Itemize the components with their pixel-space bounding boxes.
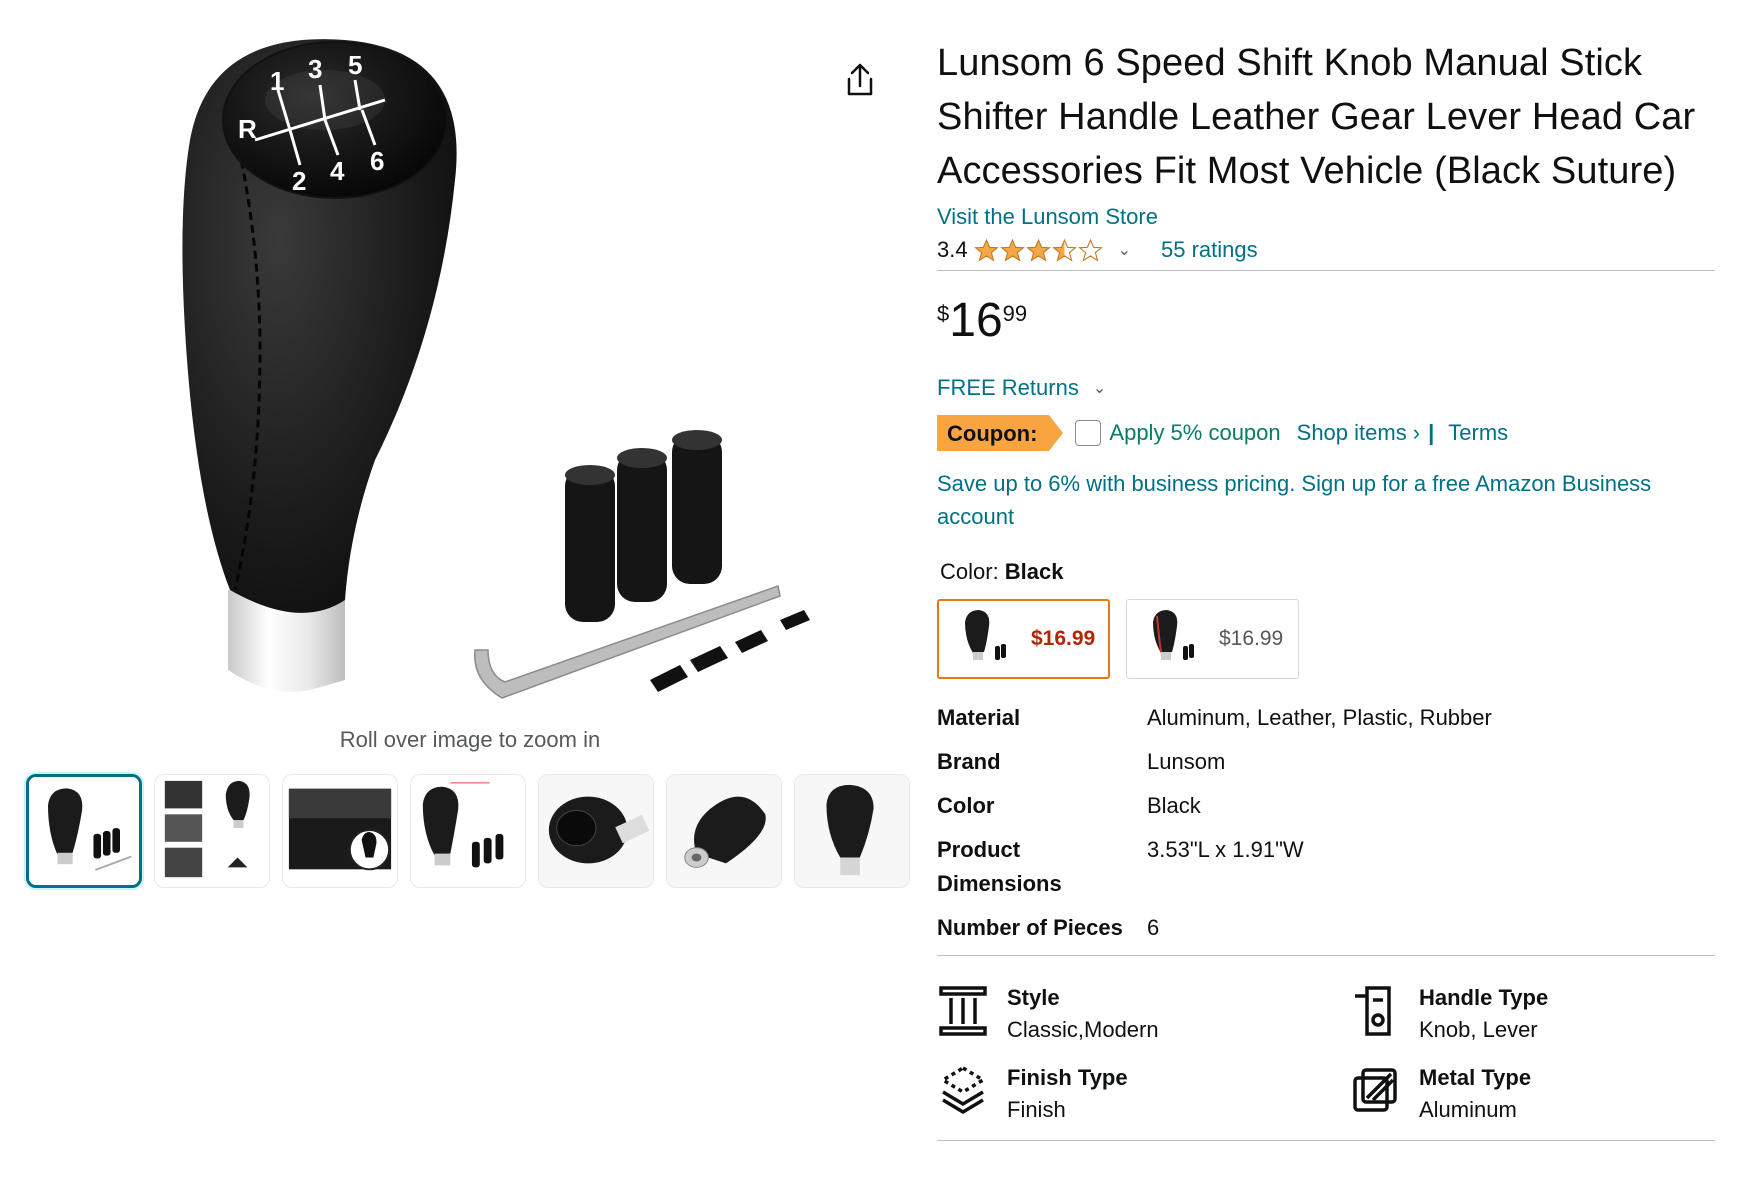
divider bbox=[937, 1140, 1715, 1141]
star-half-icon bbox=[1051, 238, 1077, 262]
rating-value: 3.4 bbox=[937, 237, 968, 262]
store-link[interactable]: Visit the Lunsom Store bbox=[937, 204, 1158, 230]
color-label: Color: Black bbox=[940, 559, 1715, 585]
thumbnail-4[interactable] bbox=[410, 774, 526, 888]
feature-value: Knob, Lever bbox=[1419, 1017, 1538, 1042]
thumbnail-1[interactable] bbox=[26, 774, 142, 888]
coupon-checkbox[interactable] bbox=[1075, 420, 1102, 446]
feature-style: Style Classic,Modern bbox=[937, 982, 1349, 1046]
star-rating[interactable] bbox=[973, 238, 1104, 263]
spec-value: 3.53"L x 1.91"W bbox=[1147, 837, 1304, 862]
spec-row: Product Dimensions 3.53"L x 1.91"W bbox=[937, 833, 1715, 901]
spec-table: Material Aluminum, Leather, Plastic, Rub… bbox=[937, 701, 1715, 945]
feature-value: Finish bbox=[1007, 1097, 1066, 1122]
feature-value: Classic,Modern bbox=[1007, 1017, 1159, 1042]
rating-row: 3.4 ⌄ 55 ratings bbox=[937, 234, 1715, 266]
pillar-icon bbox=[939, 986, 987, 1036]
feature-title: Style bbox=[1007, 985, 1060, 1010]
zoom-hint: Roll over image to zoom in bbox=[339, 727, 601, 752]
price: $ 16 99 bbox=[937, 295, 1715, 347]
gear-label-r: R bbox=[238, 114, 257, 144]
spec-key: Material bbox=[937, 705, 1021, 730]
layers-icon bbox=[939, 1065, 987, 1115]
product-details: Lunsom 6 Speed Shift Knob Manual Stick S… bbox=[937, 36, 1715, 1141]
apply-coupon-label[interactable]: Apply 5% coupon bbox=[1109, 420, 1280, 446]
thumbnail-5[interactable] bbox=[538, 774, 654, 888]
handle-icon bbox=[1355, 986, 1391, 1036]
business-pricing-link[interactable]: Save up to 6% with business pricing. Sig… bbox=[937, 467, 1715, 533]
metal-icon bbox=[1353, 1068, 1397, 1112]
star-empty-icon bbox=[1077, 238, 1103, 262]
feature-title: Handle Type bbox=[1419, 985, 1549, 1010]
star-full-icon bbox=[1025, 238, 1051, 262]
chevron-down-icon: ⌄ bbox=[1092, 380, 1107, 397]
gear-label-4: 4 bbox=[330, 156, 345, 186]
spec-value: 6 bbox=[1147, 915, 1160, 940]
spec-value: Lunsom bbox=[1147, 749, 1226, 774]
spec-value: Aluminum, Leather, Plastic, Rubber bbox=[1147, 705, 1492, 730]
color-value: Black bbox=[1004, 559, 1064, 584]
color-swatches: $16.99 $16.99 bbox=[937, 599, 1715, 679]
feature-handle-type: Handle Type Knob, Lever bbox=[1349, 982, 1709, 1046]
feature-value: Aluminum bbox=[1419, 1097, 1517, 1122]
color-label-text: Color: bbox=[940, 559, 1005, 584]
star-full-icon bbox=[973, 238, 999, 262]
thumbnail-7[interactable] bbox=[794, 774, 910, 888]
price-whole: 16 bbox=[949, 294, 1003, 347]
swatch-red-image bbox=[1153, 610, 1194, 660]
free-returns-label: FREE Returns bbox=[937, 375, 1079, 400]
swatch-black[interactable]: $16.99 bbox=[937, 599, 1110, 679]
spec-row: Color Black bbox=[937, 789, 1715, 823]
main-product-image[interactable]: R 1 3 5 2 4 6 bbox=[110, 30, 830, 720]
feature-finish-type: Finish Type Finish bbox=[937, 1062, 1349, 1126]
swatch-price: $16.99 bbox=[1031, 627, 1096, 650]
feature-metal-type: Metal Type Aluminum bbox=[1349, 1062, 1709, 1126]
separator: | bbox=[1428, 420, 1435, 445]
ratings-count-link[interactable]: 55 ratings bbox=[1161, 237, 1258, 263]
thumbnail-3[interactable] bbox=[282, 774, 398, 888]
gear-label-2: 2 bbox=[292, 166, 306, 196]
gear-label-3: 3 bbox=[308, 54, 322, 84]
spec-key: Brand bbox=[937, 749, 1001, 774]
gear-label-6: 6 bbox=[370, 146, 384, 176]
thumbnail-2[interactable] bbox=[154, 774, 270, 888]
coupon-badge: Coupon: bbox=[937, 415, 1064, 451]
swatch-price: $16.99 bbox=[1219, 627, 1284, 650]
thumbnail-6[interactable] bbox=[666, 774, 782, 888]
chevron-down-icon[interactable]: ⌄ bbox=[1118, 240, 1131, 260]
price-symbol: $ bbox=[937, 301, 950, 326]
spec-key: Number of Pieces bbox=[937, 915, 1123, 940]
terms-link[interactable]: Terms bbox=[1448, 420, 1508, 446]
shop-items-link[interactable]: Shop items › bbox=[1297, 420, 1421, 446]
spec-row: Material Aluminum, Leather, Plastic, Rub… bbox=[937, 701, 1715, 735]
star-full-icon bbox=[999, 238, 1025, 262]
spec-key: Color bbox=[937, 793, 995, 818]
swatch-black-image bbox=[965, 610, 1006, 660]
feature-title: Metal Type bbox=[1419, 1065, 1532, 1090]
gear-label-5: 5 bbox=[348, 50, 362, 80]
spec-row: Number of Pieces 6 bbox=[937, 911, 1715, 945]
price-fraction: 99 bbox=[1002, 301, 1028, 326]
divider bbox=[937, 955, 1715, 956]
coupon-row: Coupon: Apply 5% coupon Shop items › | T… bbox=[937, 415, 1715, 451]
divider bbox=[937, 270, 1715, 271]
share-icon[interactable] bbox=[843, 62, 877, 98]
free-returns[interactable]: FREE Returns ⌄ bbox=[937, 375, 1715, 401]
spec-key: Product Dimensions bbox=[937, 837, 1062, 896]
feature-grid: Style Classic,Modern Handle Type Knob, L… bbox=[937, 982, 1715, 1126]
spec-value: Black bbox=[1147, 793, 1201, 818]
thumbnail-strip bbox=[26, 774, 910, 888]
swatch-red[interactable]: $16.99 bbox=[1126, 599, 1299, 679]
product-title: Lunsom 6 Speed Shift Knob Manual Stick S… bbox=[937, 42, 1696, 192]
gear-label-1: 1 bbox=[270, 66, 284, 96]
feature-title: Finish Type bbox=[1007, 1065, 1128, 1090]
spec-row: Brand Lunsom bbox=[937, 745, 1715, 779]
